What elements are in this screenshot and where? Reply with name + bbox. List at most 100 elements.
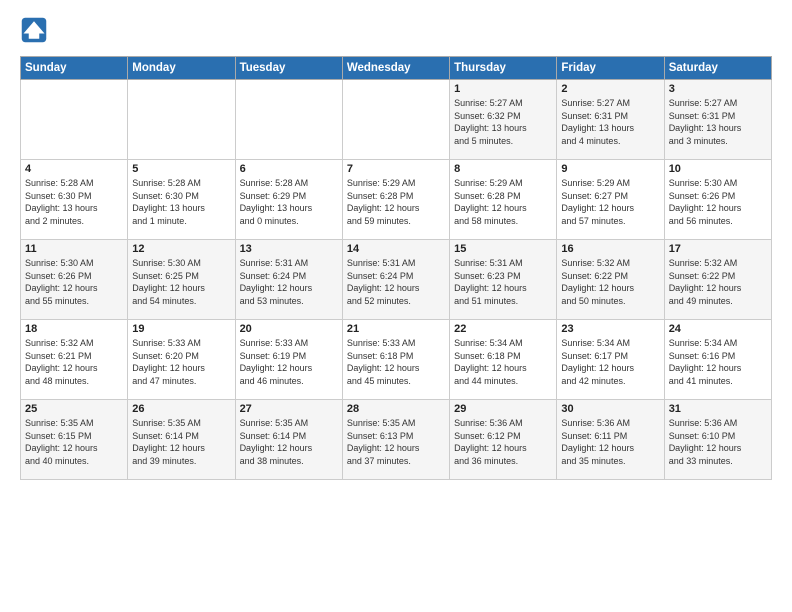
- calendar-week-row: 11 Sunrise: 5:30 AM Sunset: 6:26 PM Dayli…: [21, 240, 772, 320]
- day-number: 2: [561, 83, 659, 95]
- day-number: 7: [347, 163, 445, 175]
- day-info: Sunrise: 5:33 AM Sunset: 6:19 PM Dayligh…: [240, 337, 338, 387]
- calendar-day-cell: 7 Sunrise: 5:29 AM Sunset: 6:28 PM Daylig…: [342, 160, 449, 240]
- day-info: Sunrise: 5:32 AM Sunset: 6:22 PM Dayligh…: [669, 257, 767, 307]
- day-number: 6: [240, 163, 338, 175]
- day-number: 5: [132, 163, 230, 175]
- calendar-day-cell: 20 Sunrise: 5:33 AM Sunset: 6:19 PM Dayli…: [235, 320, 342, 400]
- day-number: 28: [347, 403, 445, 415]
- day-info: Sunrise: 5:32 AM Sunset: 6:21 PM Dayligh…: [25, 337, 123, 387]
- calendar-day-cell: 31 Sunrise: 5:36 AM Sunset: 6:10 PM Dayli…: [664, 400, 771, 480]
- day-number: 4: [25, 163, 123, 175]
- calendar-day-cell: 3 Sunrise: 5:27 AM Sunset: 6:31 PM Daylig…: [664, 80, 771, 160]
- day-info: Sunrise: 5:29 AM Sunset: 6:28 PM Dayligh…: [454, 177, 552, 227]
- day-info: Sunrise: 5:36 AM Sunset: 6:10 PM Dayligh…: [669, 417, 767, 467]
- day-number: 24: [669, 323, 767, 335]
- day-info: Sunrise: 5:31 AM Sunset: 6:24 PM Dayligh…: [347, 257, 445, 307]
- calendar-day-cell: 28 Sunrise: 5:35 AM Sunset: 6:13 PM Dayli…: [342, 400, 449, 480]
- day-info: Sunrise: 5:36 AM Sunset: 6:12 PM Dayligh…: [454, 417, 552, 467]
- calendar-week-row: 4 Sunrise: 5:28 AM Sunset: 6:30 PM Daylig…: [21, 160, 772, 240]
- calendar-table: SundayMondayTuesdayWednesdayThursdayFrid…: [20, 56, 772, 480]
- header: [20, 16, 772, 44]
- day-info: Sunrise: 5:27 AM Sunset: 6:31 PM Dayligh…: [561, 97, 659, 147]
- day-number: 9: [561, 163, 659, 175]
- day-info: Sunrise: 5:31 AM Sunset: 6:24 PM Dayligh…: [240, 257, 338, 307]
- day-info: Sunrise: 5:30 AM Sunset: 6:26 PM Dayligh…: [669, 177, 767, 227]
- day-number: 26: [132, 403, 230, 415]
- day-number: 3: [669, 83, 767, 95]
- day-info: Sunrise: 5:29 AM Sunset: 6:28 PM Dayligh…: [347, 177, 445, 227]
- day-of-week-header: Tuesday: [235, 57, 342, 80]
- calendar-day-cell: 8Sunrise: 5:29 AM Sunset: 6:28 PM Daylig…: [450, 160, 557, 240]
- day-number: 22: [454, 323, 552, 335]
- day-number: 18: [25, 323, 123, 335]
- calendar-day-cell: 10 Sunrise: 5:30 AM Sunset: 6:26 PM Dayli…: [664, 160, 771, 240]
- day-of-week-header: Wednesday: [342, 57, 449, 80]
- calendar-week-row: 25 Sunrise: 5:35 AM Sunset: 6:15 PM Dayli…: [21, 400, 772, 480]
- page: SundayMondayTuesdayWednesdayThursdayFrid…: [0, 0, 792, 490]
- calendar-day-cell: 14 Sunrise: 5:31 AM Sunset: 6:24 PM Dayli…: [342, 240, 449, 320]
- calendar-day-cell: [128, 80, 235, 160]
- day-info: Sunrise: 5:30 AM Sunset: 6:26 PM Dayligh…: [25, 257, 123, 307]
- day-info: Sunrise: 5:35 AM Sunset: 6:14 PM Dayligh…: [132, 417, 230, 467]
- day-number: 31: [669, 403, 767, 415]
- calendar-day-cell: 13 Sunrise: 5:31 AM Sunset: 6:24 PM Dayli…: [235, 240, 342, 320]
- calendar-day-cell: 4 Sunrise: 5:28 AM Sunset: 6:30 PM Daylig…: [21, 160, 128, 240]
- calendar-day-cell: 12Sunrise: 5:30 AM Sunset: 6:25 PM Dayli…: [128, 240, 235, 320]
- calendar-week-row: 1 Sunrise: 5:27 AM Sunset: 6:32 PM Daylig…: [21, 80, 772, 160]
- calendar-day-cell: [21, 80, 128, 160]
- header-row: SundayMondayTuesdayWednesdayThursdayFrid…: [21, 57, 772, 80]
- calendar-day-cell: 29 Sunrise: 5:36 AM Sunset: 6:12 PM Dayli…: [450, 400, 557, 480]
- day-info: Sunrise: 5:28 AM Sunset: 6:29 PM Dayligh…: [240, 177, 338, 227]
- calendar-week-row: 18 Sunrise: 5:32 AM Sunset: 6:21 PM Dayli…: [21, 320, 772, 400]
- day-of-week-header: Monday: [128, 57, 235, 80]
- day-number: 15: [454, 243, 552, 255]
- day-info: Sunrise: 5:27 AM Sunset: 6:32 PM Dayligh…: [454, 97, 552, 147]
- calendar-day-cell: 17Sunrise: 5:32 AM Sunset: 6:22 PM Dayli…: [664, 240, 771, 320]
- day-info: Sunrise: 5:36 AM Sunset: 6:11 PM Dayligh…: [561, 417, 659, 467]
- day-info: Sunrise: 5:27 AM Sunset: 6:31 PM Dayligh…: [669, 97, 767, 147]
- logo-icon: [20, 16, 48, 44]
- calendar-day-cell: 9Sunrise: 5:29 AM Sunset: 6:27 PM Daylig…: [557, 160, 664, 240]
- day-number: 16: [561, 243, 659, 255]
- calendar-day-cell: 1 Sunrise: 5:27 AM Sunset: 6:32 PM Daylig…: [450, 80, 557, 160]
- day-of-week-header: Thursday: [450, 57, 557, 80]
- day-number: 11: [25, 243, 123, 255]
- day-info: Sunrise: 5:28 AM Sunset: 6:30 PM Dayligh…: [132, 177, 230, 227]
- calendar-day-cell: 30 Sunrise: 5:36 AM Sunset: 6:11 PM Dayli…: [557, 400, 664, 480]
- calendar-day-cell: 18 Sunrise: 5:32 AM Sunset: 6:21 PM Dayli…: [21, 320, 128, 400]
- day-info: Sunrise: 5:35 AM Sunset: 6:14 PM Dayligh…: [240, 417, 338, 467]
- calendar-day-cell: 23Sunrise: 5:34 AM Sunset: 6:17 PM Dayli…: [557, 320, 664, 400]
- day-info: Sunrise: 5:34 AM Sunset: 6:16 PM Dayligh…: [669, 337, 767, 387]
- day-number: 25: [25, 403, 123, 415]
- day-number: 29: [454, 403, 552, 415]
- day-number: 10: [669, 163, 767, 175]
- day-of-week-header: Saturday: [664, 57, 771, 80]
- calendar-day-cell: [235, 80, 342, 160]
- day-of-week-header: Sunday: [21, 57, 128, 80]
- calendar-day-cell: 6 Sunrise: 5:28 AM Sunset: 6:29 PM Daylig…: [235, 160, 342, 240]
- calendar-day-cell: 21Sunrise: 5:33 AM Sunset: 6:18 PM Dayli…: [342, 320, 449, 400]
- day-number: 1: [454, 83, 552, 95]
- calendar-day-cell: 2 Sunrise: 5:27 AM Sunset: 6:31 PM Daylig…: [557, 80, 664, 160]
- calendar-day-cell: 15Sunrise: 5:31 AM Sunset: 6:23 PM Dayli…: [450, 240, 557, 320]
- day-info: Sunrise: 5:30 AM Sunset: 6:25 PM Dayligh…: [132, 257, 230, 307]
- calendar-day-cell: 5 Sunrise: 5:28 AM Sunset: 6:30 PM Daylig…: [128, 160, 235, 240]
- day-of-week-header: Friday: [557, 57, 664, 80]
- calendar-day-cell: 24 Sunrise: 5:34 AM Sunset: 6:16 PM Dayli…: [664, 320, 771, 400]
- day-number: 13: [240, 243, 338, 255]
- day-info: Sunrise: 5:34 AM Sunset: 6:18 PM Dayligh…: [454, 337, 552, 387]
- day-number: 20: [240, 323, 338, 335]
- calendar-day-cell: 19Sunrise: 5:33 AM Sunset: 6:20 PM Dayli…: [128, 320, 235, 400]
- day-info: Sunrise: 5:28 AM Sunset: 6:30 PM Dayligh…: [25, 177, 123, 227]
- day-info: Sunrise: 5:35 AM Sunset: 6:15 PM Dayligh…: [25, 417, 123, 467]
- day-number: 14: [347, 243, 445, 255]
- calendar-day-cell: 27Sunrise: 5:35 AM Sunset: 6:14 PM Dayli…: [235, 400, 342, 480]
- day-number: 30: [561, 403, 659, 415]
- day-info: Sunrise: 5:32 AM Sunset: 6:22 PM Dayligh…: [561, 257, 659, 307]
- calendar-day-cell: 16 Sunrise: 5:32 AM Sunset: 6:22 PM Dayli…: [557, 240, 664, 320]
- calendar-day-cell: [342, 80, 449, 160]
- day-number: 19: [132, 323, 230, 335]
- calendar-day-cell: 25 Sunrise: 5:35 AM Sunset: 6:15 PM Dayli…: [21, 400, 128, 480]
- day-info: Sunrise: 5:35 AM Sunset: 6:13 PM Dayligh…: [347, 417, 445, 467]
